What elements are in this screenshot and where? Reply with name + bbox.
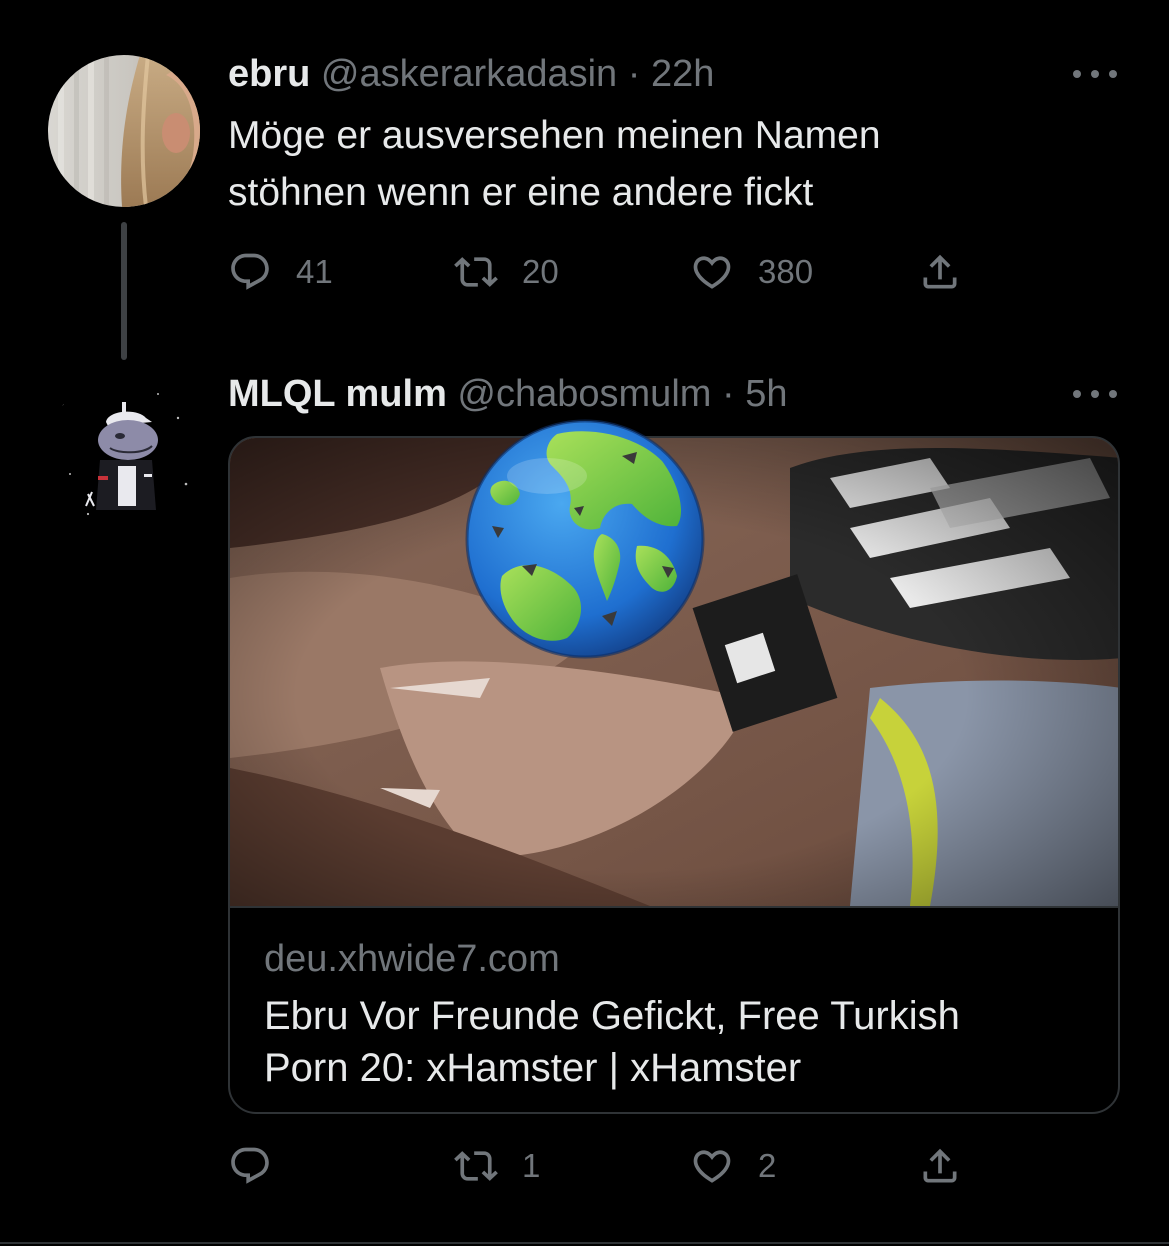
heart-icon: [693, 1150, 731, 1183]
user-handle[interactable]: @askerarkadasin: [321, 53, 617, 95]
globe-emoji-icon: [462, 416, 708, 662]
heart-icon: [693, 256, 731, 289]
reply-icon: [231, 253, 269, 290]
more-button[interactable]: [1073, 64, 1117, 84]
share-button[interactable]: [918, 248, 962, 296]
share-icon: [923, 1148, 957, 1183]
cartoon-character-avatar-icon: [48, 374, 200, 526]
separator-dot: ·: [721, 373, 735, 415]
retweet-button[interactable]: 1: [454, 1142, 540, 1190]
card-title-line: Ebru Vor Freunde Gefickt, Free Turkish: [264, 994, 960, 1038]
card-domain: deu.xhwide7.com: [264, 938, 560, 980]
retweet-icon: [454, 1151, 498, 1181]
card-title-line: Porn 20: xHamster | xHamster: [264, 1046, 802, 1090]
retweet-count: 20: [522, 253, 559, 290]
tweet-divider: [0, 1242, 1169, 1244]
tweet-text-line: stöhnen wenn er eine andere fickt: [228, 171, 814, 214]
display-name[interactable]: ebru: [228, 53, 310, 95]
user-handle[interactable]: @chabosmulm: [457, 373, 711, 415]
tweet-text: Möge er ausversehen meinen Namen stöhnen…: [228, 107, 1088, 221]
retweet-icon: [454, 257, 498, 287]
tweet-text-line: Möge er ausversehen meinen Namen: [228, 114, 881, 157]
profile-photo-icon: [48, 55, 200, 207]
more-icon: [1073, 70, 1081, 78]
like-button[interactable]: 2: [690, 1142, 776, 1190]
like-count: 380: [758, 253, 814, 290]
display-name[interactable]: MLQL mulm: [228, 373, 447, 415]
timestamp[interactable]: 22h: [651, 53, 714, 95]
share-button[interactable]: [918, 1142, 962, 1190]
card-title: Ebru Vor Freunde Gefickt, Free Turkish P…: [264, 990, 1094, 1094]
share-icon: [923, 254, 957, 289]
reply-count: 41: [296, 253, 333, 290]
avatar[interactable]: [48, 374, 200, 526]
reply-button[interactable]: 41: [228, 248, 333, 296]
avatar[interactable]: [48, 55, 200, 207]
more-button[interactable]: [1073, 384, 1117, 404]
reply-button[interactable]: [228, 1142, 296, 1190]
like-count: 2: [758, 1147, 777, 1184]
retweet-count: 1: [522, 1147, 541, 1184]
reply-icon: [231, 1147, 269, 1184]
tweet-header: MLQL mulm @chabosmulm · 5h: [228, 372, 787, 416]
separator-dot: ·: [627, 53, 641, 95]
thread-line: [121, 222, 127, 360]
like-button[interactable]: 380: [690, 248, 813, 296]
timestamp[interactable]: 5h: [745, 373, 787, 415]
retweet-button[interactable]: 20: [454, 248, 559, 296]
tweet-ebru[interactable]: ebru @askerarkadasin · 22h Möge er ausve…: [0, 0, 1169, 360]
tweet-header: ebru @askerarkadasin · 22h: [228, 52, 714, 96]
card-divider: [230, 906, 1118, 908]
tweet-actions: 1 2: [228, 1142, 988, 1190]
tweet-actions: 41 20 380: [228, 248, 988, 296]
more-icon: [1073, 390, 1081, 398]
